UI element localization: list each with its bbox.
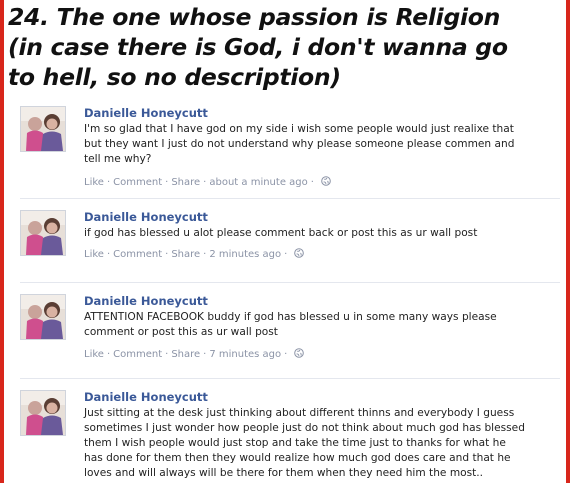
- feed-post: Danielle Honeycutt I'm so glad that I ha…: [20, 100, 560, 200]
- separator: ·: [165, 177, 169, 188]
- post-message-line: tell me why?: [84, 153, 152, 165]
- post-message-line: them I wish people would just stop and t…: [84, 437, 506, 449]
- post-author[interactable]: Danielle Honeycutt: [84, 294, 208, 308]
- separator: ·: [165, 249, 169, 260]
- comment-link[interactable]: Comment: [113, 249, 162, 260]
- feed-post: Danielle Honeycutt ATTENTION FACEBOOK bu…: [20, 288, 560, 380]
- post-message: I'm so glad that I have god on my side i…: [84, 122, 556, 167]
- separator: ·: [310, 177, 314, 188]
- post-message-line: has done for them then they would realiz…: [84, 452, 511, 464]
- like-link[interactable]: Like: [84, 177, 104, 188]
- separator: ·: [106, 177, 111, 188]
- avatar[interactable]: [20, 390, 66, 436]
- post-message-line: sometimes I just wonder how people just …: [84, 422, 525, 434]
- separator: ·: [165, 349, 169, 360]
- separator: ·: [284, 349, 288, 360]
- meme-headline: 24. The one whose passion is Religion (i…: [8, 2, 560, 92]
- red-frame-left: [0, 0, 4, 483]
- profile-photo: [21, 295, 65, 339]
- post-timestamp[interactable]: 2 minutes ago: [209, 249, 281, 260]
- share-link[interactable]: Share: [171, 349, 200, 360]
- separator: ·: [284, 249, 288, 260]
- post-actions: Like · Comment · Share · 2 minutes ago ·: [84, 248, 305, 261]
- globe-icon[interactable]: [294, 348, 305, 361]
- avatar[interactable]: [20, 294, 66, 340]
- post-message: ATTENTION FACEBOOK buddy if god has bles…: [84, 310, 556, 340]
- post-actions: Like · Comment · Share · 7 minutes ago ·: [84, 348, 305, 361]
- share-link[interactable]: Share: [171, 177, 200, 188]
- post-author[interactable]: Danielle Honeycutt: [84, 210, 208, 224]
- post-message-line: but they want I just do not understand w…: [84, 138, 515, 150]
- red-frame-right: [566, 0, 570, 483]
- profile-photo: [21, 107, 65, 151]
- comment-link[interactable]: Comment: [113, 177, 162, 188]
- separator: ·: [106, 249, 111, 260]
- separator: ·: [106, 349, 111, 360]
- headline-line-1: 24. The one whose passion is Religion: [8, 3, 500, 31]
- share-link[interactable]: Share: [171, 249, 200, 260]
- globe-icon[interactable]: [294, 248, 305, 261]
- feed-post: Danielle Honeycutt if god has blessed u …: [20, 204, 560, 284]
- feed-post: Danielle Honeycutt Just sitting at the d…: [20, 384, 560, 483]
- post-message-line: loves and will always will be there for …: [84, 467, 484, 479]
- post-timestamp[interactable]: about a minute ago: [209, 177, 307, 188]
- profile-photo: [21, 211, 65, 255]
- post-author[interactable]: Danielle Honeycutt: [84, 106, 208, 120]
- like-link[interactable]: Like: [84, 249, 104, 260]
- post-message-line: Just sitting at the desk just thinking a…: [84, 407, 515, 419]
- avatar[interactable]: [20, 210, 66, 256]
- post-message-line: comment or post this as ur wall post: [84, 326, 278, 338]
- post-message: Just sitting at the desk just thinking a…: [84, 406, 556, 481]
- globe-icon[interactable]: [321, 176, 331, 189]
- post-divider: [20, 378, 560, 379]
- post-actions: Like · Comment · Share · about a minute ago ·: [84, 176, 331, 189]
- post-message-line: if god has blessed u alot please comment…: [84, 227, 478, 239]
- post-message-line: I'm so glad that I have god on my side i…: [84, 123, 514, 135]
- post-author[interactable]: Danielle Honeycutt: [84, 390, 208, 404]
- avatar[interactable]: [20, 106, 66, 152]
- separator: ·: [203, 177, 207, 188]
- headline-line-3: to hell, so no description): [8, 63, 341, 91]
- post-message: if god has blessed u alot please comment…: [84, 226, 556, 241]
- post-divider: [20, 282, 560, 283]
- separator: ·: [203, 249, 207, 260]
- post-timestamp[interactable]: 7 minutes ago: [209, 349, 281, 360]
- like-link[interactable]: Like: [84, 349, 104, 360]
- separator: ·: [203, 349, 207, 360]
- profile-photo: [21, 391, 65, 435]
- headline-line-2: (in case there is God, i don't wanna go: [8, 33, 508, 61]
- post-divider: [20, 198, 560, 199]
- comment-link[interactable]: Comment: [113, 349, 162, 360]
- post-message-line: ATTENTION FACEBOOK buddy if god has bles…: [84, 311, 497, 323]
